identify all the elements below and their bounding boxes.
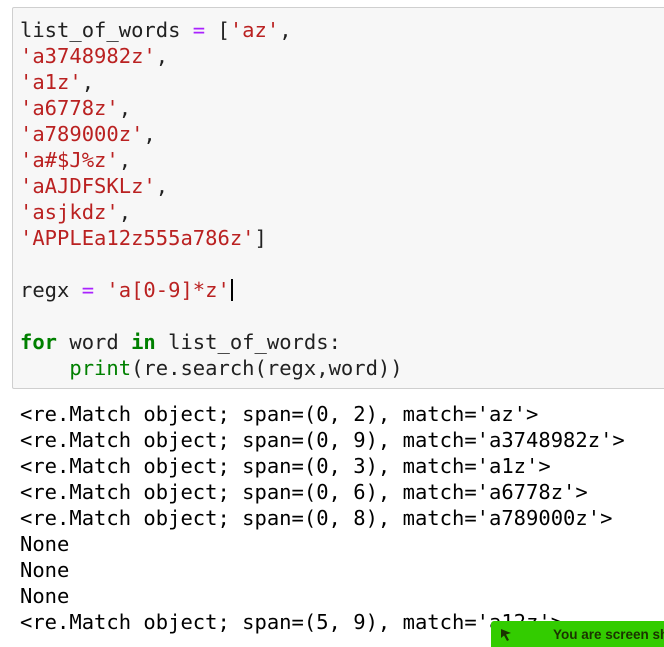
code-line-regx: regx = 'a[0-9]*z' — [20, 277, 403, 303]
code-line-for: for word in list_of_words: — [20, 330, 341, 354]
output-line: None — [20, 558, 70, 582]
cell-output: <re.Match object; span=(0, 2), match='az… — [20, 401, 625, 635]
code-line: 'APPLEa12z555a786z'] — [20, 226, 267, 250]
code-line-print: print(re.search(regx,word)) — [69, 356, 403, 380]
output-line: <re.Match object; span=(0, 3), match='a1… — [20, 454, 551, 478]
output-line: None — [20, 532, 70, 556]
output-line: <re.Match object; span=(0, 9), match='a3… — [20, 428, 625, 452]
code-line: 'a#$J%z', — [20, 148, 132, 172]
code-line: 'a789000z', — [20, 122, 156, 146]
code-line: 'a1z', — [20, 70, 95, 94]
output-line: <re.Match object; span=(0, 6), match='a6… — [20, 480, 588, 504]
output-line: <re.Match object; span=(0, 2), match='az… — [20, 402, 539, 426]
code-line: list_of_words = ['az', — [20, 18, 292, 42]
screen-sharing-text: You are screen sharing — [553, 627, 664, 642]
code-line: 'a3748982z', — [20, 44, 169, 68]
screen-share-arrow-icon — [501, 629, 511, 641]
code-line: 'aAJDFSKLz', — [20, 174, 169, 198]
screen-sharing-banner[interactable]: You are screen sharing — [491, 621, 664, 647]
output-line: None — [20, 584, 70, 608]
text-cursor — [230, 279, 233, 301]
output-line: <re.Match object; span=(0, 8), match='a7… — [20, 506, 613, 530]
code-editor[interactable]: list_of_words = ['az','a3748982z','a1z',… — [20, 17, 403, 381]
code-line: 'a6778z', — [20, 96, 132, 120]
code-line: 'asjkdz', — [20, 200, 132, 224]
